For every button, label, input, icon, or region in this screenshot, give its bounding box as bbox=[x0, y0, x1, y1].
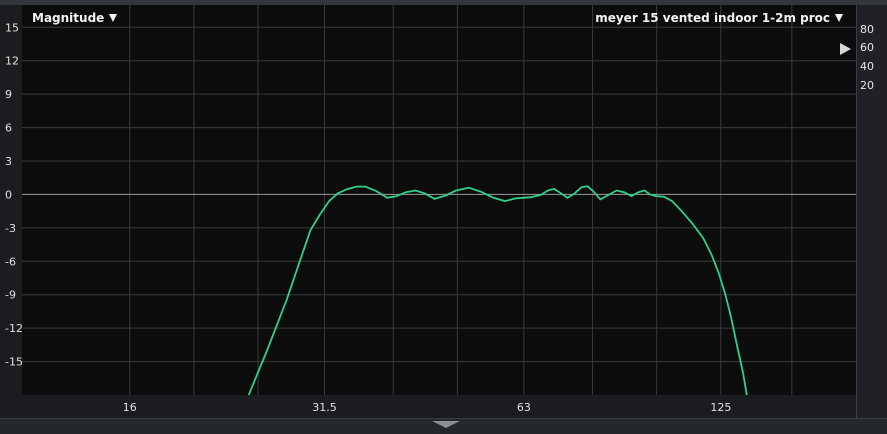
trace-selector-dropdown[interactable]: meyer 15 vented indoor 1-2m proc bbox=[595, 11, 843, 25]
coherence-label-20: 20 bbox=[860, 79, 874, 92]
y-tick-label: 9 bbox=[5, 88, 12, 101]
coherence-label-80: 80 bbox=[860, 23, 874, 36]
x-tick-label: 31.5 bbox=[312, 401, 337, 414]
plot-background bbox=[22, 5, 856, 395]
y-tick-label: 12 bbox=[5, 55, 19, 68]
y-tick-label: 15 bbox=[5, 21, 19, 34]
dropdown-triangle-icon bbox=[835, 14, 843, 22]
magnitude-dropdown[interactable]: Magnitude bbox=[32, 11, 118, 25]
y-tick-label: 0 bbox=[5, 188, 12, 201]
x-tick-label: 16 bbox=[123, 401, 137, 414]
magnitude-chart[interactable]: 15129630-3-6-9-12-15 16 31.5 63 125 bbox=[0, 0, 887, 433]
x-tick-label: 125 bbox=[710, 401, 731, 414]
y-tick-label: -6 bbox=[5, 255, 16, 268]
dropdown-triangle-icon bbox=[109, 14, 118, 22]
magnitude-label: Magnitude bbox=[32, 11, 105, 25]
y-tick-labels: 15 12 9 6 3 0 -3 -6 -9 -12 -15 bbox=[5, 21, 23, 368]
y-tick-label: -3 bbox=[5, 222, 16, 235]
x-tick-label: 63 bbox=[517, 401, 531, 414]
play-marker-icon[interactable] bbox=[840, 43, 851, 55]
y-tick-label: 6 bbox=[5, 122, 12, 135]
x-tick-labels: 16 31.5 63 125 bbox=[123, 401, 732, 414]
y-tick-label: 3 bbox=[5, 155, 12, 168]
y-tick-label: -15 bbox=[5, 356, 23, 369]
y-tick-label: -12 bbox=[5, 322, 23, 335]
coherence-label-40: 40 bbox=[860, 60, 874, 73]
collapse-triangle-icon[interactable] bbox=[432, 421, 460, 428]
trace-name-label: meyer 15 vented indoor 1-2m proc bbox=[595, 11, 830, 25]
y-tick-label: -9 bbox=[5, 289, 16, 302]
coherence-label-60: 60 bbox=[860, 41, 874, 54]
transfer-function-window: 15 12 9 6 3 0 -3 -6 -9 -12 -15 16 31.5 63 125 Magnitu… bbox=[0, 0, 887, 434]
